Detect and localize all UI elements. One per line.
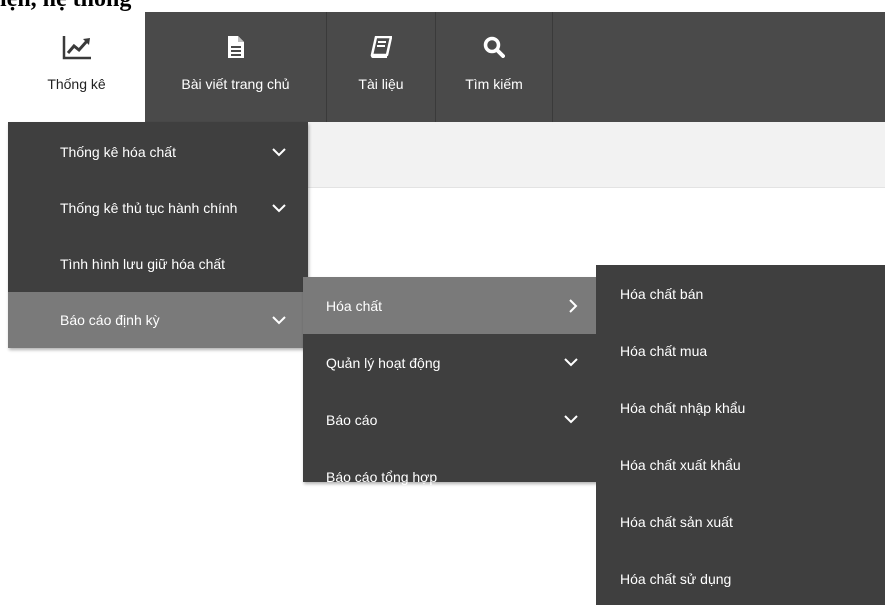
submenu-hoa-chat: Hóa chất bán Hóa chất mua Hóa chất nhập … bbox=[596, 265, 885, 605]
menu-item-label: Thống kê thủ tục hành chính bbox=[60, 200, 238, 216]
chevron-down-icon bbox=[272, 147, 286, 157]
menu-item-label: Hóa chất nhập khẩu bbox=[620, 399, 746, 416]
menu-item-quan-ly-hoat-dong[interactable]: Quản lý hoạt động bbox=[303, 334, 600, 391]
chevron-down-icon bbox=[272, 315, 286, 325]
line-chart-icon bbox=[62, 30, 92, 64]
menu-item-hoa-chat-ban[interactable]: Hóa chất bán bbox=[596, 265, 885, 322]
dropdown-menu-thong-ke: Thống kê hóa chất Thống kê thủ tục hành … bbox=[8, 122, 308, 348]
menu-item-label: Hóa chất xuất khẩu bbox=[620, 456, 741, 473]
menu-item-thong-ke-thu-tuc-hanh-chinh[interactable]: Thống kê thủ tục hành chính bbox=[8, 180, 308, 236]
submenu-bao-cao-dinh-ky: Hóa chất Quản lý hoạt động Báo cáo Báo c… bbox=[303, 277, 600, 485]
menu-item-bao-cao-dinh-ky[interactable]: Báo cáo định kỳ bbox=[8, 292, 308, 348]
menu-item-thong-ke-hoa-chat[interactable]: Thống kê hóa chất bbox=[8, 124, 308, 180]
tab-label: Bài viết trang chủ bbox=[181, 76, 290, 92]
chevron-down-icon bbox=[564, 415, 578, 424]
menu-item-hoa-chat-nhap-khau[interactable]: Hóa chất nhập khẩu bbox=[596, 379, 885, 436]
menu-item-label: Thống kê hóa chất bbox=[60, 144, 176, 160]
menu-item-label: Quản lý hoạt động bbox=[326, 354, 441, 371]
tab-tim-kiem[interactable]: Tìm kiếm bbox=[436, 12, 553, 122]
menu-item-label: Hóa chất sản xuất bbox=[620, 513, 733, 530]
menu-item-label: Tình hình lưu giữ hóa chất bbox=[60, 256, 226, 272]
book-icon bbox=[370, 30, 392, 64]
menu-item-bao-cao-tong-hop[interactable]: Báo cáo tổng hợp bbox=[303, 448, 600, 505]
menu-item-hoa-chat[interactable]: Hóa chất bbox=[303, 277, 600, 334]
tab-label: Tìm kiếm bbox=[465, 76, 523, 92]
menu-item-label: Hóa chất mua bbox=[620, 342, 708, 359]
chevron-down-icon bbox=[272, 203, 286, 213]
menu-item-hoa-chat-mua[interactable]: Hóa chất mua bbox=[596, 322, 885, 379]
chevron-right-icon bbox=[569, 298, 578, 313]
tab-label: Tài liệu bbox=[358, 76, 404, 92]
search-icon bbox=[483, 30, 505, 64]
menu-item-label: Hóa chất bbox=[326, 297, 383, 314]
top-nav-bar: Thống kê Bài viết trang chủ Tài liệu Tìm… bbox=[8, 12, 885, 122]
tab-thong-ke[interactable]: Thống kê bbox=[8, 12, 145, 122]
document-icon bbox=[227, 30, 245, 64]
chevron-down-icon bbox=[564, 358, 578, 367]
menu-item-hoa-chat-xuat-khau[interactable]: Hóa chất xuất khẩu bbox=[596, 436, 885, 493]
menu-item-label: Báo cáo tổng hợp bbox=[326, 468, 438, 485]
tab-bai-viet-trang-chu[interactable]: Bài viết trang chủ bbox=[145, 12, 327, 122]
menu-item-hoa-chat-su-dung[interactable]: Hóa chất sử dụng bbox=[596, 550, 885, 605]
menu-item-label: Báo cáo bbox=[326, 411, 378, 428]
tab-tai-lieu[interactable]: Tài liệu bbox=[327, 12, 436, 122]
menu-item-label: Hóa chất sử dụng bbox=[620, 570, 732, 587]
menu-item-bao-cao[interactable]: Báo cáo bbox=[303, 391, 600, 448]
menu-item-hoa-chat-san-xuat[interactable]: Hóa chất sản xuất bbox=[596, 493, 885, 550]
menu-item-label: Báo cáo định kỳ bbox=[60, 312, 160, 328]
tab-label: Thống kê bbox=[47, 76, 106, 92]
menu-item-tinh-hinh-luu-giu-hoa-chat[interactable]: Tình hình lưu giữ hóa chất bbox=[8, 236, 308, 292]
menu-item-label: Hóa chất bán bbox=[620, 285, 704, 302]
